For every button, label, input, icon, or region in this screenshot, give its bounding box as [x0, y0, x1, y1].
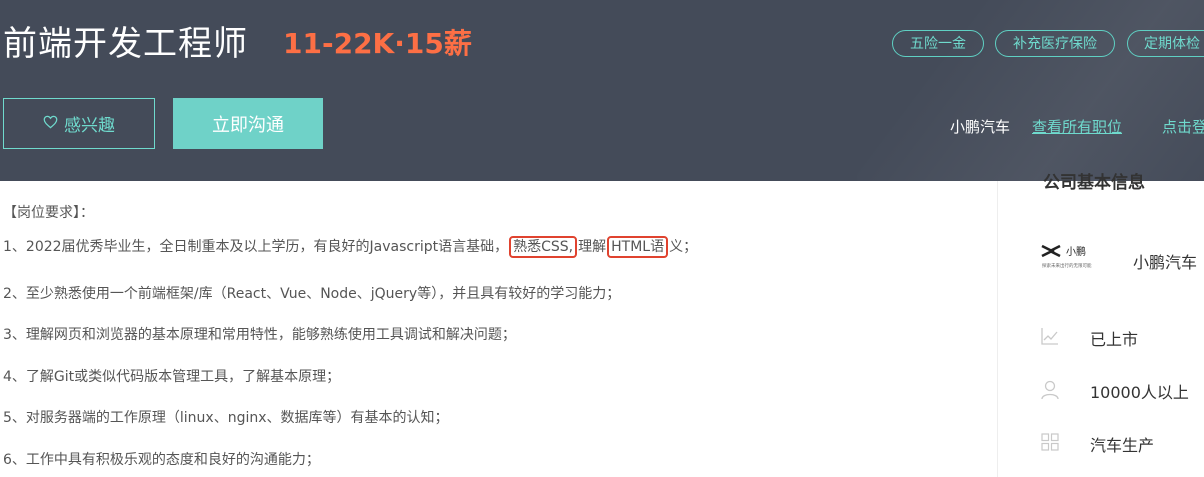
company-info-title: 公司基本信息 — [1043, 173, 1145, 193]
tag-benefit: 定期体检 — [1127, 30, 1204, 57]
person-icon — [1041, 380, 1059, 400]
chat-label: 立即沟通 — [212, 114, 284, 136]
highlight-box: HTML语 — [607, 236, 669, 258]
chat-now-button[interactable]: 立即沟通 — [173, 98, 323, 149]
job-title: 前端开发工程师 — [3, 24, 248, 64]
company-industry: 汽车生产 — [1090, 436, 1155, 455]
logo-text: 小鹏 — [1066, 245, 1086, 258]
view-all-jobs-link[interactable]: 查看所有职位 — [1032, 116, 1122, 137]
job-header: 前端开发工程师 11-22K·15薪 五险一金 补充医疗保险 定期体检 感兴趣 … — [0, 0, 1204, 181]
header-company-name: 小鹏汽车 — [950, 118, 1011, 136]
requirement-item: 4、了解Git或类似代码版本管理工具，了解基本原理； — [3, 369, 341, 385]
company-logo: 小鹏 探索未来出行的无限可能 — [1040, 242, 1110, 270]
grid-icon — [1041, 433, 1059, 451]
tag-benefit: 补充医疗保险 — [995, 30, 1115, 57]
logo-subtext: 探索未来出行的无限可能 — [1042, 262, 1092, 269]
requirement-item: 6、工作中具有积极乐观的态度和良好的沟通能力； — [3, 452, 320, 468]
requirement-text: 义； — [669, 239, 698, 255]
interest-button[interactable]: 感兴趣 — [3, 98, 155, 149]
requirement-item: 1、2022届优秀毕业生，全日制重本及以上学历，有良好的Javascript语言… — [3, 236, 698, 258]
header-decoration — [825, 0, 1204, 181]
company-size: 10000人以上 — [1090, 383, 1189, 402]
requirements-heading: 【岗位要求】： — [3, 205, 94, 221]
interest-label: 感兴趣 — [64, 116, 115, 136]
salary: 11-22K·15薪 — [283, 27, 472, 60]
requirement-item: 3、理解网页和浏览器的基本原理和常用特性，能够熟练使用工具调试和解决问题； — [3, 327, 516, 343]
sidebar-divider — [997, 181, 998, 477]
listing-status: 已上市 — [1090, 330, 1139, 349]
company-name[interactable]: 小鹏汽车 — [1133, 249, 1197, 273]
login-link[interactable]: 点击登 — [1162, 116, 1204, 137]
requirement-item: 5、对服务器端的工作原理（linux、nginx、数据库等）有基本的认知； — [3, 410, 449, 426]
tag-benefit: 五险一金 — [892, 30, 984, 57]
requirement-item: 2、至少熟悉使用一个前端框架/库（React、Vue、Node、jQuery等）… — [3, 286, 621, 302]
requirement-text: 理解 — [578, 239, 607, 255]
heart-icon — [43, 114, 58, 134]
chart-trend-icon — [1041, 327, 1059, 345]
requirement-text: 1、2022届优秀毕业生，全日制重本及以上学历，有良好的Javascript语言… — [3, 239, 509, 255]
highlight-box: 熟悉CSS, — [509, 236, 578, 258]
